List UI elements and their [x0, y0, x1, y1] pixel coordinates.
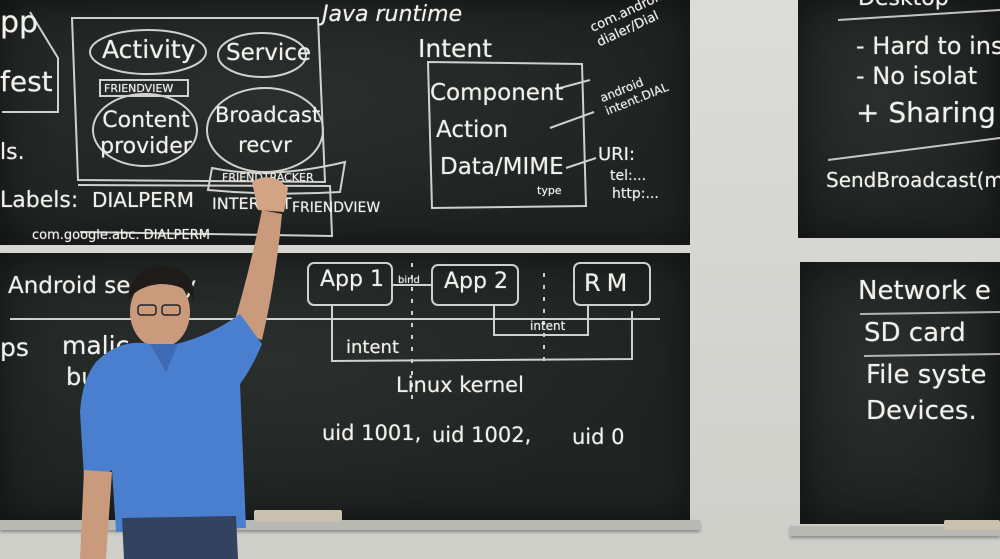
lecturer: [80, 177, 288, 559]
jeans: [122, 516, 238, 559]
lower-arm: [80, 470, 112, 559]
hand: [252, 177, 288, 212]
